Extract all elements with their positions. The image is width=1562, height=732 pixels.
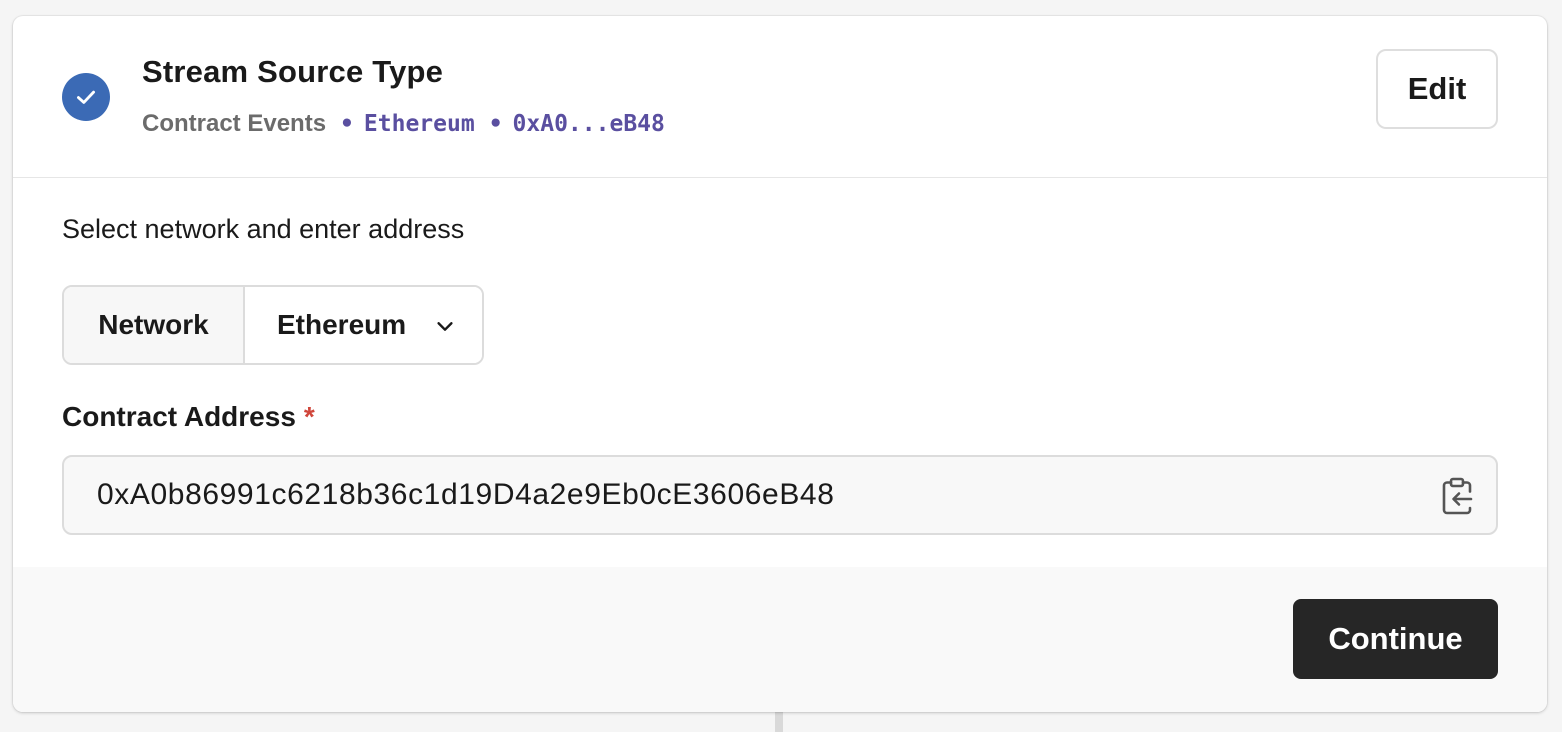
edit-button[interactable]: Edit bbox=[1376, 49, 1498, 129]
step-summary: Contract Events • Ethereum • 0xA0...eB48 bbox=[142, 110, 665, 138]
required-mark: * bbox=[303, 401, 315, 432]
network-selector: Network Ethereum bbox=[62, 285, 484, 365]
summary-network: Ethereum bbox=[363, 111, 475, 137]
contract-address-input[interactable] bbox=[62, 455, 1498, 535]
background-divider bbox=[775, 712, 783, 732]
summary-type: Contract Events bbox=[142, 110, 327, 137]
summary-separator: • bbox=[488, 111, 503, 137]
section-label: Select network and enter address bbox=[62, 214, 465, 244]
network-dropdown[interactable]: Ethereum bbox=[245, 287, 482, 363]
continue-button[interactable]: Continue bbox=[1293, 599, 1498, 679]
step-title: Stream Source Type bbox=[142, 54, 444, 89]
summary-address: 0xA0...eB48 bbox=[512, 111, 665, 137]
contract-address-label: Contract Address * bbox=[62, 401, 315, 433]
stream-source-card: Stream Source Type Contract Events • Eth… bbox=[13, 16, 1547, 712]
network-selected-value: Ethereum bbox=[277, 309, 407, 340]
chevron-down-icon bbox=[437, 322, 453, 331]
card-footer: Continue bbox=[13, 567, 1547, 712]
summary-separator: • bbox=[340, 111, 354, 137]
check-icon bbox=[62, 73, 110, 121]
contract-address-label-text: Contract Address bbox=[62, 401, 296, 432]
step-header: Stream Source Type Contract Events • Eth… bbox=[13, 16, 1547, 178]
network-label: Network bbox=[64, 287, 245, 363]
clipboard-paste-icon[interactable] bbox=[1440, 477, 1474, 515]
